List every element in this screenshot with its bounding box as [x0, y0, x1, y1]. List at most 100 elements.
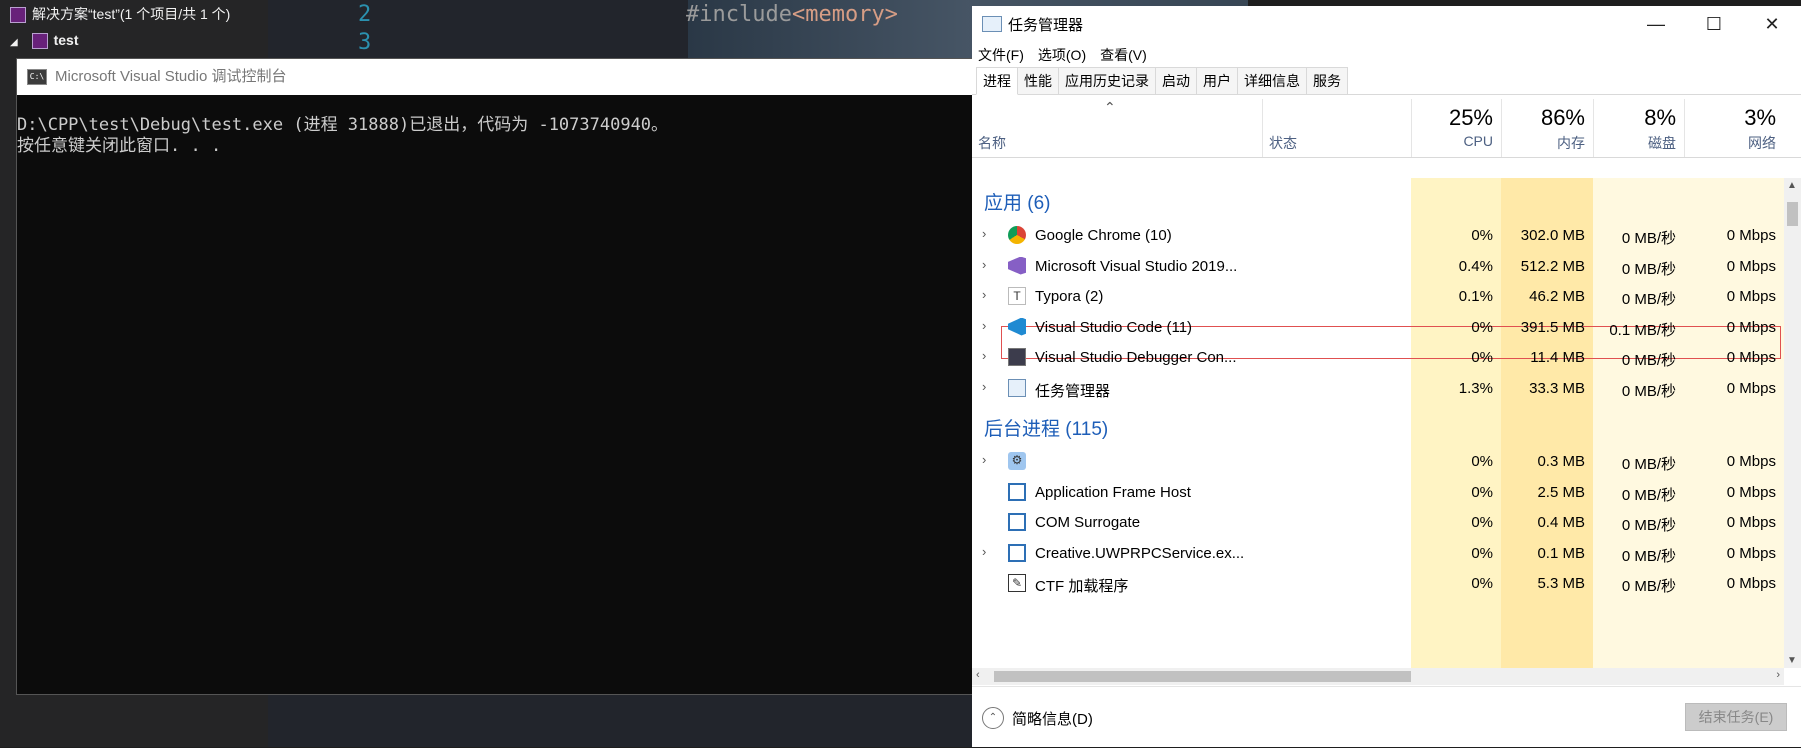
task-manager-titlebar[interactable]: 任务管理器 — ☐ ✕	[972, 6, 1801, 42]
process-cpu: 0.4%	[1458, 257, 1493, 275]
process-disk: 0 MB/秒	[1621, 517, 1676, 534]
tab-users[interactable]: 用户	[1196, 67, 1238, 94]
debug-console-window[interactable]: C:\ Microsoft Visual Studio 调试控制台 D:\CPP…	[16, 58, 974, 695]
project-name: test	[53, 32, 79, 48]
process-network: 0 Mbps	[1726, 318, 1776, 336]
tab-processes[interactable]: 进程	[976, 67, 1018, 95]
task-manager-window[interactable]: 任务管理器 — ☐ ✕ 文件(F) 选项(O) 查看(V) 进程 性能 应用历史…	[972, 6, 1801, 747]
expand-chevron-icon[interactable]: ›	[982, 257, 986, 272]
process-disk: 0 MB/秒	[1621, 578, 1676, 595]
process-disk: 0 MB/秒	[1621, 382, 1676, 400]
expand-chevron-icon[interactable]: ›	[982, 318, 986, 333]
expand-chevron-icon[interactable]: ›	[982, 287, 986, 302]
process-memory: 0.4 MB	[1537, 514, 1585, 531]
scroll-thumb[interactable]	[1787, 202, 1798, 226]
tab-performance[interactable]: 性能	[1017, 67, 1059, 94]
process-network: 0 Mbps	[1726, 288, 1776, 305]
process-memory: 33.3 MB	[1529, 379, 1585, 397]
menu-file[interactable]: 文件(F)	[978, 45, 1024, 65]
process-name: Visual Studio Debugger Con...	[1035, 349, 1237, 366]
process-cpu: 0%	[1471, 227, 1493, 244]
fewer-details-button[interactable]: ⌃ 简略信息(D)	[982, 707, 1093, 729]
typora-icon: T	[1008, 287, 1026, 305]
scroll-left-icon[interactable]: ‹	[976, 669, 980, 681]
process-name: Typora (2)	[1035, 288, 1104, 305]
process-name: Microsoft Visual Studio 2019...	[1035, 257, 1238, 275]
tab-details[interactable]: 详细信息	[1237, 67, 1307, 94]
menu-bar: 文件(F) 选项(O) 查看(V)	[972, 42, 1801, 68]
column-name[interactable]: ⌃ 名称	[972, 99, 1262, 157]
task-manager-footer: ⌃ 简略信息(D) 结束任务(E)	[972, 686, 1801, 748]
gear-icon: ⚙	[1008, 452, 1026, 470]
process-cpu: 0%	[1471, 544, 1493, 562]
scroll-right-icon[interactable]: ›	[1776, 669, 1780, 681]
process-network: 0 Mbps	[1726, 575, 1776, 592]
process-name: Visual Studio Code (11)	[1035, 318, 1193, 336]
process-network: 0 Mbps	[1726, 349, 1776, 366]
code-keyword: #include	[686, 2, 792, 27]
process-disk: 0 MB/秒	[1621, 456, 1676, 473]
console-icon: C:\	[27, 69, 47, 85]
console-icon	[1008, 348, 1026, 366]
expand-chevron-icon[interactable]: ›	[982, 379, 986, 394]
process-row[interactable]: › 任务管理器 1.3% 33.3 MB 0 MB/秒 0 Mbps	[972, 371, 1784, 406]
solution-title-row[interactable]: 解决方案“test”(1 个项目/共 1 个)	[10, 3, 230, 25]
app-window-icon	[1008, 513, 1026, 531]
menu-options[interactable]: 选项(O)	[1038, 45, 1086, 65]
vertical-scrollbar[interactable]: ▲ ▼	[1784, 178, 1801, 668]
expand-chevron-icon[interactable]: ›	[982, 226, 986, 241]
code-line: #include<memory>	[686, 2, 898, 27]
minimize-button[interactable]: —	[1627, 6, 1685, 42]
tab-services[interactable]: 服务	[1306, 67, 1348, 94]
process-list[interactable]: 应用 (6) 后台进程 (115) › Google Chrome (10) 0% 3…	[972, 178, 1784, 668]
column-disk-label: 磁盘	[1648, 135, 1676, 151]
column-cpu[interactable]: 25% CPU	[1411, 99, 1501, 157]
process-disk: 0.1 MB/秒	[1609, 321, 1676, 339]
project-row[interactable]: ◢ test	[10, 29, 79, 51]
process-network: 0 Mbps	[1726, 483, 1776, 501]
solution-icon	[10, 7, 26, 24]
process-network: 0 Mbps	[1726, 257, 1776, 275]
horizontal-scrollbar[interactable]: ‹ ›	[972, 668, 1784, 685]
network-total: 3%	[1744, 105, 1776, 130]
process-network: 0 Mbps	[1726, 379, 1776, 397]
maximize-button[interactable]: ☐	[1685, 6, 1743, 42]
process-network: 0 Mbps	[1726, 453, 1776, 470]
process-disk: 0 MB/秒	[1621, 352, 1676, 369]
task-manager-icon	[982, 16, 1002, 32]
tab-startup[interactable]: 启动	[1155, 67, 1197, 94]
console-titlebar[interactable]: C:\ Microsoft Visual Studio 调试控制台	[17, 59, 973, 95]
console-line: 按任意键关闭此窗口. . .	[17, 136, 222, 156]
group-apps: 应用 (6)	[984, 193, 1051, 214]
process-memory: 0.3 MB	[1537, 453, 1585, 470]
menu-view[interactable]: 查看(V)	[1100, 45, 1147, 65]
process-cpu: 0.1%	[1458, 288, 1493, 305]
column-memory[interactable]: 86% 内存	[1501, 99, 1593, 157]
process-disk: 0 MB/秒	[1621, 260, 1676, 278]
end-task-button[interactable]: 结束任务(E)	[1685, 703, 1787, 731]
tab-app-history[interactable]: 应用历史记录	[1058, 67, 1156, 94]
visual-studio-icon	[1008, 256, 1026, 275]
process-name: CTF 加载程序	[1035, 578, 1129, 595]
column-status[interactable]: 状态	[1262, 99, 1411, 157]
process-disk: 0 MB/秒	[1621, 486, 1676, 504]
column-disk[interactable]: 8% 磁盘	[1593, 99, 1684, 157]
scroll-down-icon[interactable]: ▼	[1787, 655, 1797, 666]
expand-arrow-icon[interactable]: ◢	[10, 37, 18, 48]
process-memory: 391.5 MB	[1520, 318, 1585, 336]
line-number: 3	[358, 30, 372, 55]
window-title: 任务管理器	[1008, 16, 1084, 34]
scroll-up-icon[interactable]: ▲	[1787, 180, 1797, 191]
process-row[interactable]: ✎ CTF 加载程序 0% 5.3 MB 0 MB/秒 0 Mbps	[972, 566, 1784, 601]
expand-chevron-icon[interactable]: ›	[982, 544, 986, 559]
column-memory-label: 内存	[1557, 135, 1585, 151]
process-name: Google Chrome (10)	[1035, 227, 1172, 244]
solution-title: 解决方案“test”(1 个项目/共 1 个)	[32, 6, 231, 22]
process-memory: 2.5 MB	[1537, 483, 1585, 501]
expand-chevron-icon[interactable]: ›	[982, 348, 986, 363]
close-button[interactable]: ✕	[1743, 6, 1801, 42]
expand-chevron-icon[interactable]: ›	[982, 452, 986, 467]
scroll-thumb[interactable]	[994, 671, 1411, 682]
process-name: COM Surrogate	[1035, 514, 1141, 531]
column-network[interactable]: 3% 网络	[1684, 99, 1784, 157]
